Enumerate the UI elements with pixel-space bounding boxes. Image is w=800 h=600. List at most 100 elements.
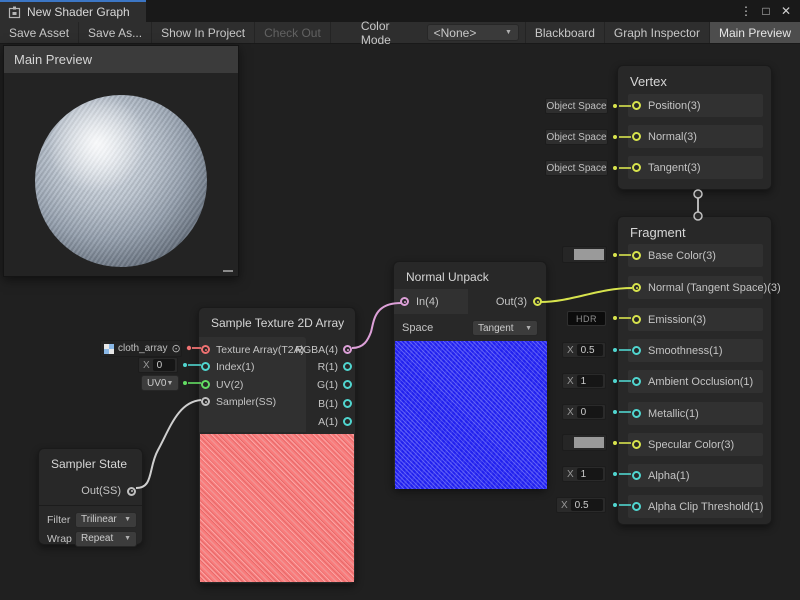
float-value[interactable]: 0.5 — [571, 499, 603, 511]
space-dropdown[interactable]: Tangent ▼ — [472, 320, 538, 336]
vertex-node[interactable]: Vertex Position(3) Normal(3) Tangent(3) — [617, 65, 772, 190]
float-value[interactable]: 0 — [577, 406, 603, 418]
port-row-alpha-clip[interactable]: Alpha Clip Threshold(1) — [628, 495, 763, 518]
port-b[interactable] — [343, 399, 352, 408]
specular-color-swatch[interactable] — [562, 434, 607, 451]
port-row-rgba[interactable]: RGBA(4) — [304, 341, 352, 358]
port-row-normal[interactable]: Normal(3) — [628, 125, 763, 148]
port-sampler[interactable] — [201, 397, 210, 406]
main-preview-panel[interactable]: Main Preview — [3, 45, 239, 277]
ambient-occlusion-field[interactable]: X1 — [562, 373, 606, 389]
port-row-index[interactable]: Index(1) — [199, 358, 306, 375]
float-value[interactable]: 1 — [577, 375, 603, 387]
uv-channel-dropdown[interactable]: UV0▼ — [141, 375, 179, 391]
main-preview-button[interactable]: Main Preview — [709, 22, 800, 43]
port-label: Position(3) — [648, 100, 701, 112]
index-field[interactable]: X0 — [138, 357, 178, 373]
port-position[interactable] — [632, 101, 641, 110]
port-rgba[interactable] — [343, 345, 352, 354]
port-g[interactable] — [343, 380, 352, 389]
float-value[interactable]: 0 — [153, 359, 175, 371]
sampler-state-node[interactable]: Sampler State Out(SS) Filter Trilinear ▼… — [38, 448, 143, 545]
alpha-field[interactable]: X1 — [562, 466, 606, 482]
graph-inspector-button[interactable]: Graph Inspector — [604, 22, 709, 43]
port-row-g[interactable]: G(1) — [304, 376, 352, 393]
port-row-texture-array[interactable]: Texture Array(T2A) — [199, 341, 306, 358]
filter-dropdown[interactable]: Trilinear ▼ — [75, 512, 137, 528]
check-out-button: Check Out — [255, 22, 331, 43]
port-out-ss[interactable] — [127, 487, 136, 496]
tab-title: New Shader Graph — [27, 5, 130, 19]
port-base-color[interactable] — [632, 251, 641, 260]
port-row-ambient-occlusion[interactable]: Ambient Occlusion(1) — [628, 370, 763, 393]
port-row-out[interactable]: Out(3) — [470, 289, 546, 314]
port-normal-tangent-space[interactable] — [632, 283, 641, 292]
save-as-button[interactable]: Save As... — [79, 22, 152, 43]
port-row-specular-color[interactable]: Specular Color(3) — [628, 433, 763, 456]
link-top-knob[interactable] — [694, 190, 702, 198]
menu-icon[interactable]: ⋮ — [738, 3, 754, 19]
wrap-label: Wrap — [47, 533, 72, 545]
port-smoothness[interactable] — [632, 346, 641, 355]
port-row-metallic[interactable]: Metallic(1) — [628, 402, 763, 425]
close-icon[interactable]: ✕ — [778, 3, 794, 19]
texture-asset-field[interactable]: cloth_array ⊙ — [100, 340, 182, 357]
port-normal[interactable] — [632, 132, 641, 141]
port-row-emission[interactable]: Emission(3) — [628, 308, 763, 331]
tex-dot — [187, 346, 191, 350]
port-row-smoothness[interactable]: Smoothness(1) — [628, 339, 763, 362]
port-metallic[interactable] — [632, 409, 641, 418]
float-value[interactable]: 1 — [577, 468, 603, 480]
port-tangent[interactable] — [632, 163, 641, 172]
port-row-base-color[interactable]: Base Color(3) — [628, 244, 763, 267]
color-mode-dropdown[interactable]: <None> ▼ — [427, 24, 519, 41]
normal-unpack-node[interactable]: Normal Unpack In(4) Out(3) Space Tangent… — [393, 261, 547, 489]
port-index[interactable] — [201, 362, 210, 371]
sample-texture-2d-array-node[interactable]: Sample Texture 2D Array Texture Array(T2… — [198, 307, 356, 584]
document-tab[interactable]: New Shader Graph — [0, 0, 146, 22]
port-ambient-occlusion[interactable] — [632, 377, 641, 386]
emission-hdr-field[interactable]: HDR — [567, 311, 606, 326]
object-picker-icon[interactable]: ⊙ — [171, 342, 180, 355]
port-row-uv[interactable]: UV(2) — [199, 376, 306, 393]
blackboard-button[interactable]: Blackboard — [525, 22, 604, 43]
port-texture-array[interactable] — [201, 345, 210, 354]
graph-canvas[interactable]: Vertex Position(3) Normal(3) Tangent(3) … — [0, 44, 800, 600]
save-asset-button[interactable]: Save Asset — [0, 22, 79, 43]
wire-sampler-state[interactable] — [136, 400, 201, 488]
preview-sphere[interactable] — [35, 95, 207, 267]
port-a[interactable] — [343, 417, 352, 426]
port-row-tangent[interactable]: Tangent(3) — [628, 156, 763, 179]
float-value[interactable]: 0.5 — [577, 344, 603, 356]
port-specular-color[interactable] — [632, 440, 641, 449]
port-r[interactable] — [343, 362, 352, 371]
alpha-clip-field[interactable]: X0.5 — [556, 497, 606, 513]
wrap-dropdown[interactable]: Repeat ▼ — [75, 531, 137, 547]
port-row-out-ss[interactable]: Out(SS) — [46, 481, 136, 501]
port-out[interactable] — [533, 297, 542, 306]
port-uv[interactable] — [201, 380, 210, 389]
port-row-alpha[interactable]: Alpha(1) — [628, 464, 763, 487]
smoothness-field[interactable]: X0.5 — [562, 342, 606, 358]
maximize-icon[interactable]: □ — [758, 3, 774, 19]
port-emission[interactable] — [632, 315, 641, 324]
resize-grip[interactable] — [223, 270, 233, 272]
port-alpha-clip-threshold[interactable] — [632, 502, 641, 511]
port-row-b[interactable]: B(1) — [304, 395, 352, 412]
port-row-sampler[interactable]: Sampler(SS) — [199, 393, 306, 410]
main-preview-header[interactable]: Main Preview — [4, 46, 238, 73]
tangent-space-dropdown[interactable]: Object Space — [545, 160, 608, 176]
show-in-project-button[interactable]: Show In Project — [152, 22, 255, 43]
port-row-normal-ts[interactable]: Normal (Tangent Space)(3) — [628, 276, 763, 299]
metallic-field[interactable]: X0 — [562, 404, 606, 420]
port-row-r[interactable]: R(1) — [304, 358, 352, 375]
position-space-dropdown[interactable]: Object Space — [545, 98, 608, 114]
normal-space-dropdown[interactable]: Object Space — [545, 129, 608, 145]
port-row-a[interactable]: A(1) — [304, 413, 352, 430]
port-alpha[interactable] — [632, 471, 641, 480]
port-row-position[interactable]: Position(3) — [628, 94, 763, 117]
fragment-node[interactable]: Fragment Base Color(3) Normal (Tangent S… — [617, 216, 772, 525]
base-color-swatch[interactable] — [562, 246, 607, 263]
port-row-in[interactable]: In(4) — [394, 289, 468, 314]
port-in[interactable] — [400, 297, 409, 306]
